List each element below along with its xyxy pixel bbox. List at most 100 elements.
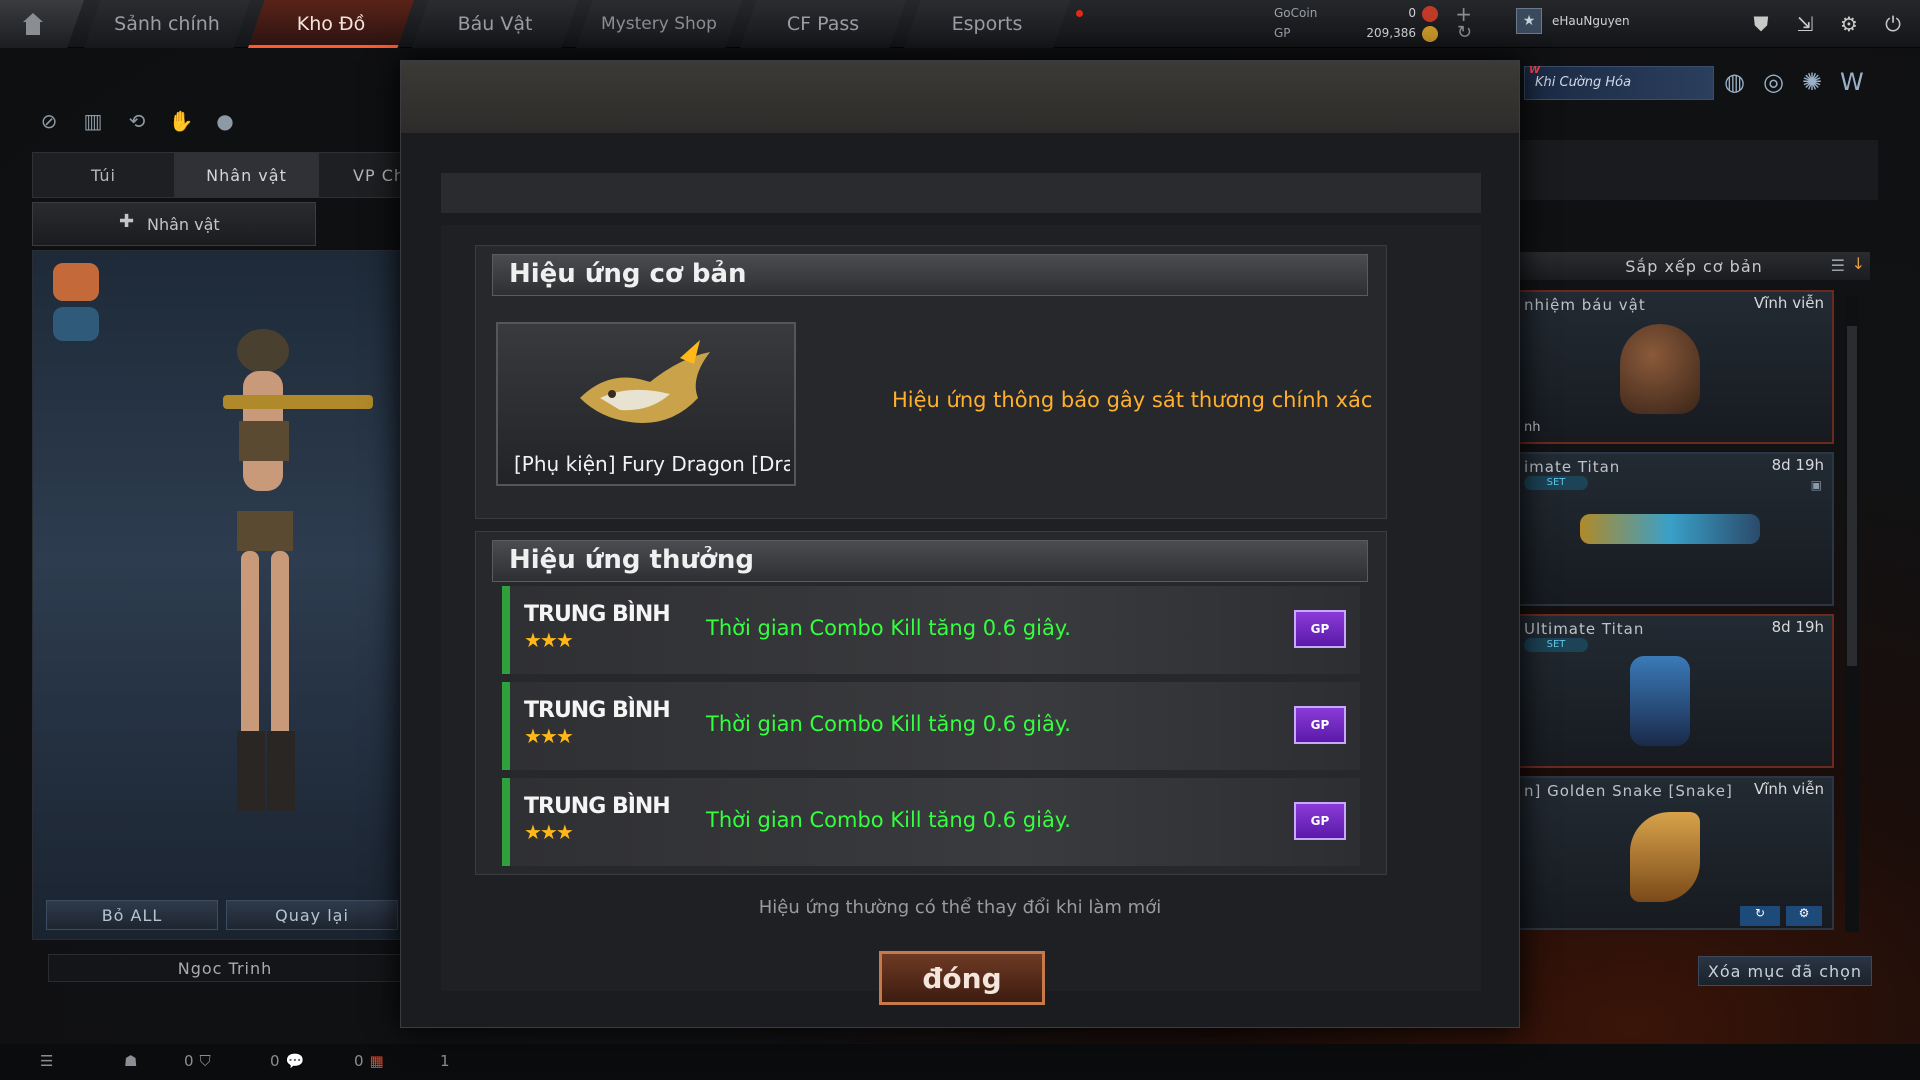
mask-badge-icon[interactable] — [53, 307, 99, 341]
pose-icon[interactable]: ✋ — [168, 108, 194, 134]
settings-button[interactable]: ⚙ — [1832, 7, 1866, 41]
inventory-card[interactable]: imate Titan 8d 19h SET ▣ — [1518, 452, 1834, 606]
scrollbar-thumb[interactable] — [1847, 326, 1857, 666]
gp-refresh-button[interactable]: GP — [1294, 610, 1346, 648]
inventory-scrollbar[interactable] — [1845, 296, 1859, 932]
character-name: Ngoc Trinh — [48, 954, 402, 982]
effect-text: Thời gian Combo Kill tăng 0.6 giây. — [706, 808, 1071, 832]
shield-icon: ⛊ — [1753, 12, 1769, 36]
chat-bubble-icon: 💬 — [285, 1052, 305, 1070]
tab-esports[interactable]: Esports — [904, 0, 1070, 48]
notification-counter[interactable]: 1 — [440, 1052, 450, 1070]
gift-icon: ▦ — [369, 1052, 384, 1070]
card-settings-button[interactable]: ⚙ — [1786, 906, 1822, 926]
set-badge: SET — [1524, 476, 1588, 490]
shield-button[interactable]: ⛊ — [1744, 7, 1778, 41]
clan-count: 0 — [184, 1052, 194, 1070]
main-tabs: Sảnh chính Kho Đồ Báu Vật Mystery Shop C… — [84, 0, 1070, 48]
chat-count: 0 — [270, 1052, 280, 1070]
v-logo-icon[interactable]: W — [1840, 68, 1864, 96]
remove-all-button[interactable]: Bỏ ALL — [46, 900, 218, 930]
card-duration: Vĩnh viễn — [1754, 294, 1824, 312]
chat-counter[interactable]: 0 💬 — [270, 1052, 304, 1070]
delete-selected-button[interactable]: Xóa mục đã chọn — [1698, 956, 1872, 986]
dialog-header — [401, 61, 1519, 133]
tab-treasure[interactable]: Báu Vật — [412, 0, 578, 48]
golden-snake-item-icon — [1630, 812, 1700, 902]
rank-badge-icon: ★ — [1516, 8, 1542, 34]
lock-icon[interactable]: ▣ — [1811, 478, 1822, 492]
card-duration: 8d 19h — [1771, 456, 1824, 474]
stats-icon[interactable]: ▥ — [80, 108, 106, 134]
gp-refresh-button[interactable]: GP — [1294, 802, 1346, 840]
basic-effect-text: Hiệu ứng thông báo gây sát thương chính … — [892, 388, 1373, 412]
tab-character[interactable]: Nhân vật — [175, 152, 318, 198]
bonus-effect-title: Hiệu ứng thưởng — [492, 540, 1368, 582]
bonus-effect-row: TRUNG BÌNH ★★★ Thời gian Combo Kill tăng… — [502, 682, 1360, 770]
enhance-promo-banner[interactable]: W Khi Cường Hóa — [1524, 65, 1714, 100]
gp-label: GP — [1274, 26, 1291, 40]
rotate-icon[interactable]: ⟲ — [124, 108, 150, 134]
item-effect-dialog: Hiệu ứng cơ bản [Phụ kiện] Fury Dragon [… — [400, 60, 1520, 1028]
globe-icon[interactable]: ◎ — [1763, 68, 1784, 96]
effect-stars: ★★★ — [524, 724, 574, 748]
class-badge-icon[interactable] — [53, 263, 99, 301]
tab-mystery-shop[interactable]: Mystery Shop — [576, 0, 742, 48]
back-button[interactable]: Quay lại — [226, 900, 398, 930]
tool-icons: ⊘ ▥ ⟲ ✋ ● — [36, 108, 238, 134]
effect-rank: TRUNG BÌNH — [524, 602, 671, 627]
card-name: n] Golden Snake [Snake] — [1524, 782, 1733, 800]
rifle-item-icon — [1580, 514, 1760, 544]
effect-text: Thời gian Combo Kill tăng 0.6 giây. — [706, 712, 1071, 736]
inventory-card[interactable]: Ultimate Titan 8d 19h SET — [1518, 614, 1834, 768]
tab-inventory[interactable]: Kho Đồ — [248, 0, 414, 48]
left-tabs: Túi Nhân vật VP Chức — [32, 152, 461, 198]
close-button[interactable]: đóng — [879, 951, 1045, 1005]
subtab-character[interactable]: ✚ Nhân vật — [32, 202, 316, 246]
set-badge: SET — [1524, 638, 1588, 652]
promo-badge: W — [1529, 65, 1541, 76]
sort-down-icon[interactable]: ↓ — [1852, 254, 1866, 273]
bottom-status-bar: ☰ ☗ 0 ⛉ 0 💬 0 ▦ 1 — [0, 1044, 1920, 1080]
gear-icon: ⚙ — [1840, 12, 1858, 36]
clan-counter[interactable]: 0 ⛉ — [184, 1052, 211, 1070]
gocoin-icon — [1422, 6, 1438, 22]
gift-counter[interactable]: 0 ▦ — [354, 1052, 384, 1070]
gift-count: 0 — [354, 1052, 364, 1070]
tab-cf-pass[interactable]: CF Pass — [740, 0, 906, 48]
menu-icon[interactable]: ☰ — [40, 1052, 53, 1070]
tab-lobby[interactable]: Sảnh chính — [84, 0, 250, 48]
friends-icon[interactable]: ☗ — [124, 1052, 137, 1070]
toggle-off-icon[interactable]: ⊘ — [36, 108, 62, 134]
basic-effect-title: Hiệu ứng cơ bản — [492, 254, 1368, 296]
character-preview[interactable] — [32, 250, 402, 940]
card-name: Ultimate Titan — [1524, 620, 1645, 638]
list-view-icon[interactable]: ☰ — [1831, 256, 1846, 275]
currency-panel: GoCoin GP 0 209,386 + ↻ — [1270, 2, 1480, 46]
inventory-card[interactable]: nhiệm báu vật Vĩnh viễn nh — [1518, 290, 1834, 444]
tab-bag[interactable]: Túi — [32, 152, 175, 198]
top-navigation-bar: Sảnh chính Kho Đồ Báu Vật Mystery Shop C… — [0, 0, 1920, 48]
card-refresh-button[interactable]: ↻ — [1740, 906, 1780, 926]
gp-refresh-button[interactable]: GP — [1294, 706, 1346, 744]
username: eHauNguyen — [1552, 14, 1630, 28]
home-button[interactable] — [0, 0, 84, 48]
bonus-effect-row: TRUNG BÌNH ★★★ Thời gian Combo Kill tăng… — [502, 778, 1360, 866]
exit-room-button[interactable]: ⇲ — [1788, 7, 1822, 41]
gp-refresh-icon: GP — [1310, 814, 1330, 828]
right-toolbar-icons: ◍ ◎ ✺ W — [1724, 68, 1864, 96]
card-name: nhiệm báu vật — [1524, 296, 1646, 314]
helmet-item-icon — [1620, 324, 1700, 414]
refresh-icon[interactable]: ↻ — [1457, 22, 1472, 43]
swirl-icon[interactable]: ✺ — [1802, 68, 1822, 96]
inventory-card[interactable]: n] Golden Snake [Snake] Vĩnh viễn ↻ ⚙ — [1518, 776, 1834, 930]
armor-item-icon — [1630, 656, 1690, 746]
grenade-icon[interactable]: ● — [212, 108, 238, 134]
bonus-effect-note: Hiệu ứng thường có thể thay đổi khi làm … — [758, 897, 1162, 918]
sort-dropdown[interactable]: Sắp xếp cơ bản ☰ ↓ — [1518, 252, 1870, 280]
badge-v-icon[interactable]: ◍ — [1724, 68, 1745, 96]
power-button[interactable]: ⏻ — [1876, 7, 1910, 41]
game-window: Sảnh chính Kho Đồ Báu Vật Mystery Shop C… — [0, 0, 1920, 1080]
clan-shield-icon: ⛉ — [199, 1052, 211, 1070]
card-name-extra: nh — [1524, 420, 1541, 435]
